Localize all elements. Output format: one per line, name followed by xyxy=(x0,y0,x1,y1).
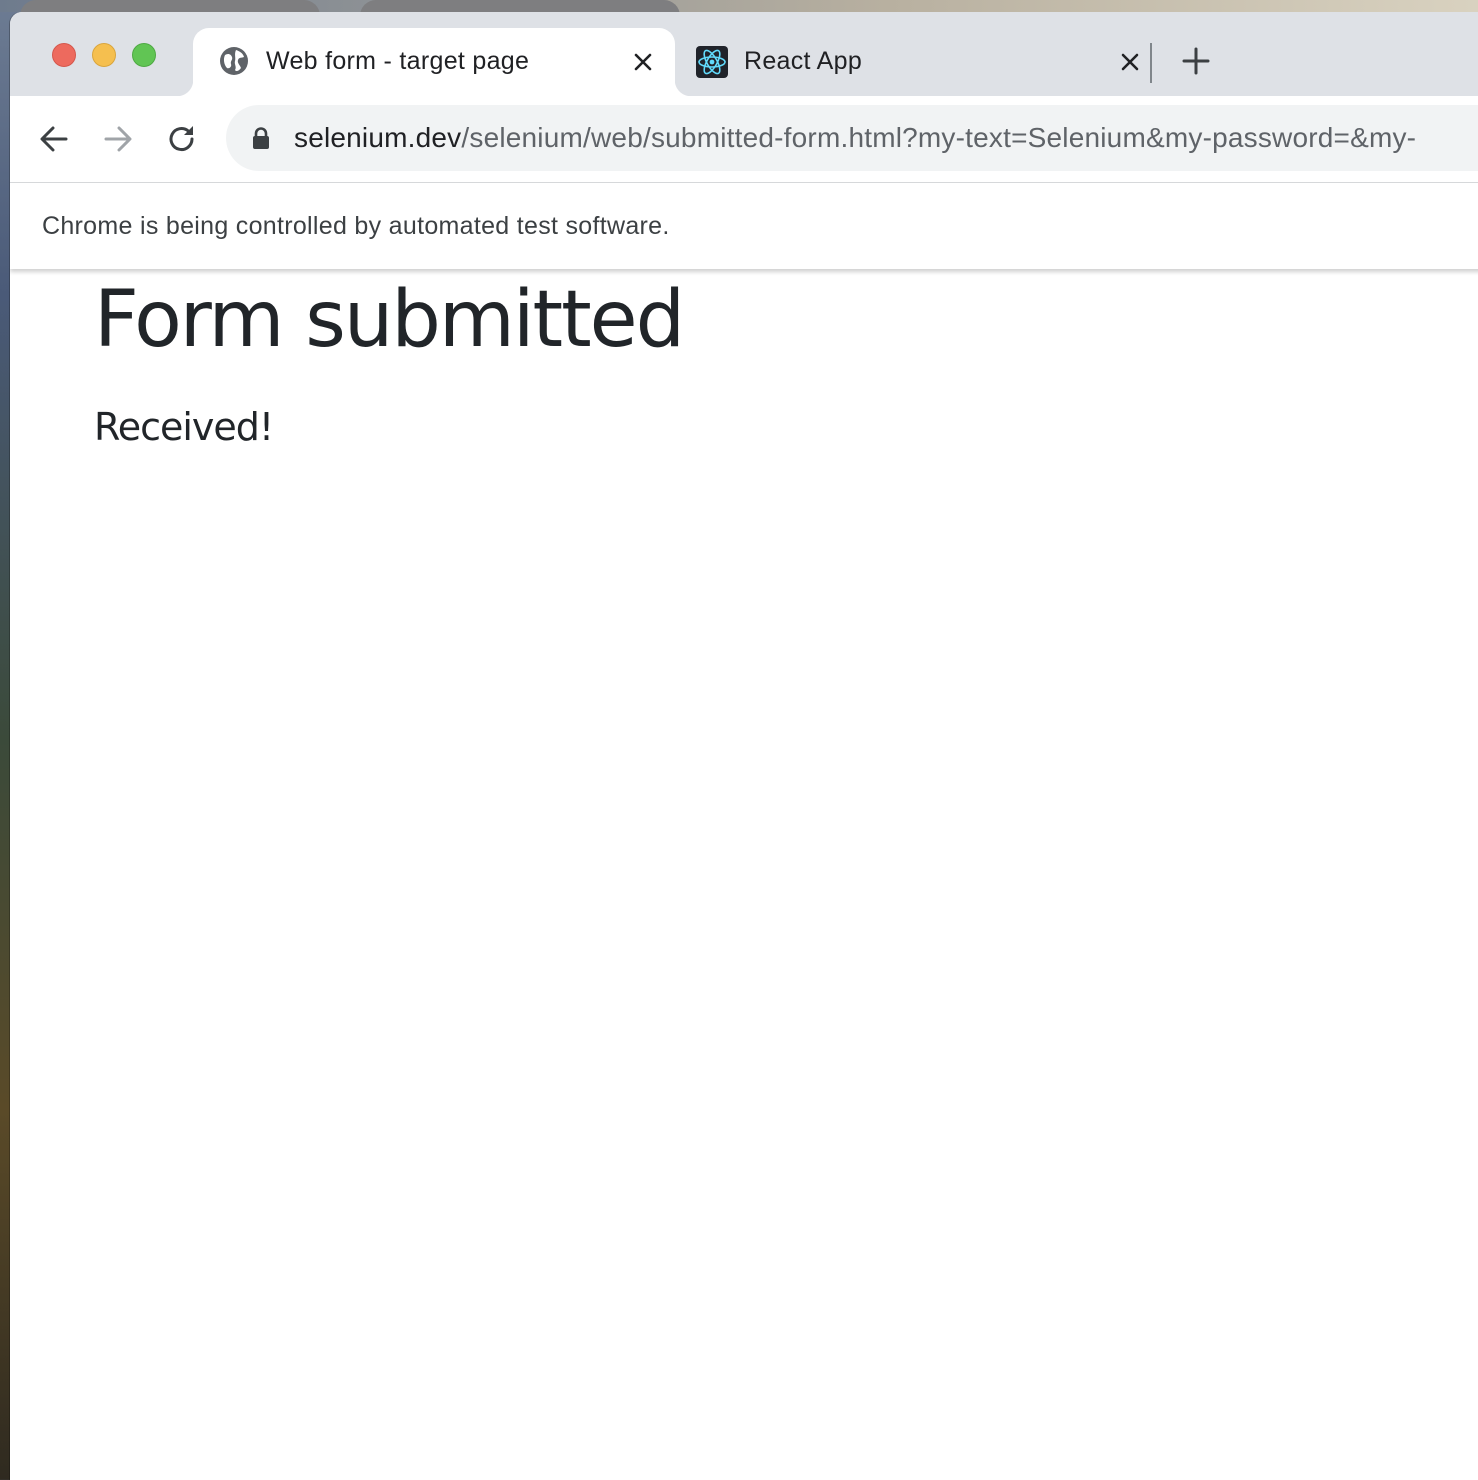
infobar-message: Chrome is being controlled by automated … xyxy=(42,212,670,240)
tab-divider xyxy=(1150,43,1152,83)
reload-icon[interactable] xyxy=(164,121,200,157)
close-window-button[interactable] xyxy=(52,43,76,67)
tab-title: React App xyxy=(744,47,863,75)
zoom-window-button[interactable] xyxy=(132,43,156,67)
automation-infobar: Chrome is being controlled by automated … xyxy=(10,183,1478,269)
address-bar[interactable]: selenium.dev/selenium/web/submitted-form… xyxy=(226,105,1478,171)
url-host: selenium.dev xyxy=(294,122,462,153)
page-content: Form submitted Received! xyxy=(10,269,1478,1480)
close-tab-icon[interactable] xyxy=(1118,50,1142,74)
tab-title: Web form - target page xyxy=(266,47,530,75)
globe-icon xyxy=(220,47,248,75)
browser-window: Web form - target page React App seleniu… xyxy=(10,12,1478,1480)
page-title: Form submitted xyxy=(94,275,685,365)
url-path: /selenium/web/submitted-form.html?my-tex… xyxy=(461,122,1417,153)
tab-strip: Web form - target page React App xyxy=(10,12,1478,96)
received-message: Received! xyxy=(94,405,274,449)
react-logo-icon xyxy=(696,46,728,78)
forward-arrow-icon[interactable] xyxy=(100,121,136,157)
close-tab-icon[interactable] xyxy=(631,50,655,74)
back-arrow-icon[interactable] xyxy=(36,121,72,157)
tab-web-form[interactable]: Web form - target page xyxy=(177,28,691,96)
tab-react-app[interactable]: React App xyxy=(675,28,1150,96)
browser-toolbar: selenium.dev/selenium/web/submitted-form… xyxy=(10,96,1478,183)
lock-icon[interactable] xyxy=(250,126,272,150)
url-text[interactable]: selenium.dev/selenium/web/submitted-form… xyxy=(294,122,1416,154)
new-tab-plus-icon[interactable] xyxy=(1180,45,1212,77)
minimize-window-button[interactable] xyxy=(92,43,116,67)
